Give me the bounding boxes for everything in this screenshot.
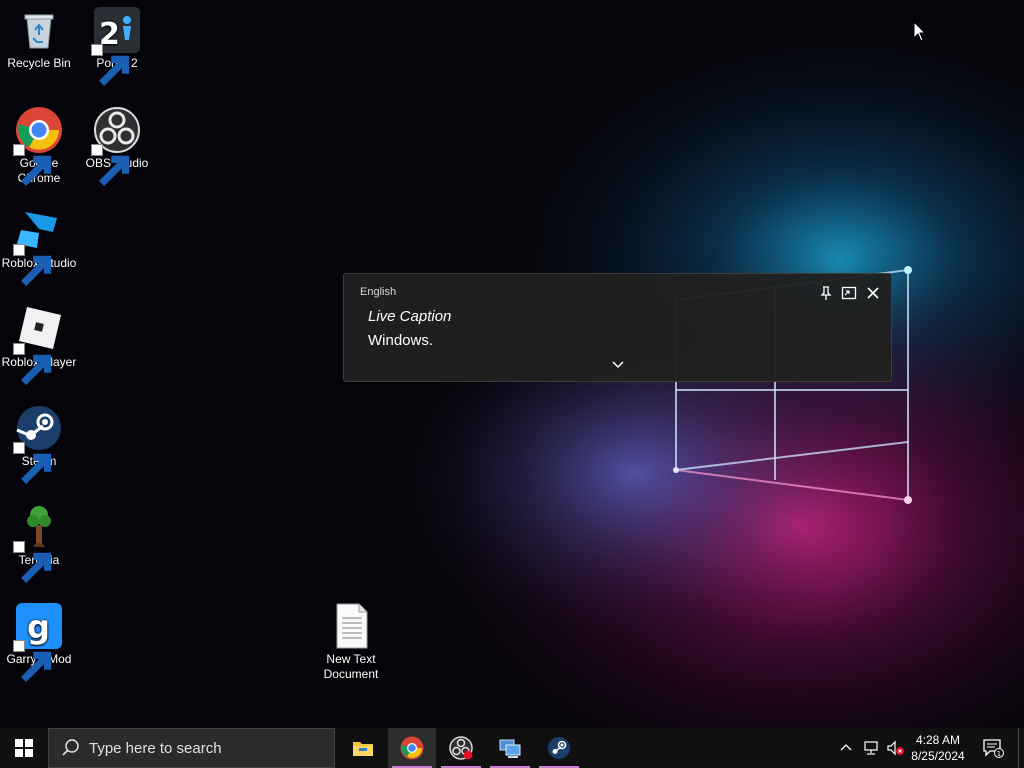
show-desktop-button[interactable] <box>1018 728 1024 768</box>
clock-time: 4:28 AM <box>915 733 961 747</box>
volume-tray-button[interactable] <box>884 728 906 768</box>
caption-language: English <box>360 286 397 298</box>
taskbar-network-app[interactable] <box>486 728 534 768</box>
settings-button[interactable] <box>840 284 858 302</box>
network-icon <box>864 741 878 755</box>
mouse-cursor <box>913 21 927 42</box>
desktop-icon-label: New Text Document <box>323 652 379 681</box>
desktop-icon-portal-2[interactable]: 2 Portal 2 <box>78 6 156 86</box>
taskbar: Type here to search 4:28 AM 8/25/2024 1 <box>0 728 1024 768</box>
shortcut-arrow-icon <box>13 541 52 583</box>
action-center-button[interactable]: 1 <box>978 728 1008 768</box>
shortcut-arrow-icon <box>91 144 130 186</box>
close-icon <box>867 287 879 299</box>
caption-settings-icon <box>841 286 857 300</box>
desktop-icon-new-text-document[interactable]: New Text Document <box>312 602 390 682</box>
clock-date: 8/25/2024 <box>911 749 965 763</box>
text-document-icon <box>336 603 368 649</box>
shortcut-arrow-icon <box>13 244 52 286</box>
network-tray-button[interactable] <box>860 728 882 768</box>
notification-icon: 1 <box>983 739 1004 758</box>
start-button[interactable] <box>0 728 48 768</box>
caption-text: Windows. <box>368 332 434 349</box>
expand-button[interactable] <box>609 355 627 373</box>
chevron-down-icon <box>612 361 624 369</box>
shortcut-arrow-icon <box>13 640 52 682</box>
chrome-icon <box>400 736 424 760</box>
desktop-icon-steam[interactable]: Steam <box>0 404 78 484</box>
desktop-icon-garrys-mod[interactable]: g Garry's Mod <box>0 602 78 682</box>
live-caption-window[interactable]: English Live Caption Windows. <box>343 273 892 382</box>
taskbar-steam[interactable] <box>535 728 583 768</box>
shortcut-arrow-icon <box>91 44 130 86</box>
desktop-icon-roblox-studio[interactable]: Roblox Studio <box>0 206 78 286</box>
obs-icon <box>449 736 473 760</box>
taskbar-clock[interactable]: 4:28 AM 8/25/2024 <box>905 728 971 768</box>
network-app-icon <box>499 739 521 758</box>
desktop-icon-recycle-bin[interactable]: Recycle Bin <box>0 6 78 71</box>
volume-muted-icon <box>887 740 904 756</box>
taskbar-file-explorer[interactable] <box>339 728 387 768</box>
recycle-bin-icon <box>24 14 54 49</box>
desktop-icon-roblox-player[interactable]: Roblox Player <box>0 305 78 385</box>
windows-logo-icon <box>15 739 33 757</box>
desktop-icon-obs-studio[interactable]: OBS Studio <box>78 106 156 186</box>
desktop-icon-terraria[interactable]: Terraria <box>0 503 78 583</box>
notification-count: 1 <box>997 750 1001 758</box>
taskbar-obs[interactable] <box>437 728 485 768</box>
show-hidden-icons-button[interactable] <box>836 728 856 768</box>
file-explorer-icon <box>353 742 373 756</box>
desktop-icon-google-chrome[interactable]: Google Chrome <box>0 106 78 186</box>
caption-title: Live Caption <box>368 308 452 325</box>
close-button[interactable] <box>864 284 882 302</box>
chevron-up-icon <box>840 744 852 751</box>
search-placeholder: Type here to search <box>89 739 222 757</box>
shortcut-arrow-icon <box>13 442 52 484</box>
taskbar-chrome[interactable] <box>388 728 436 768</box>
taskbar-search-box[interactable]: Type here to search <box>48 728 335 768</box>
pin-icon <box>820 286 832 300</box>
desktop-icon-label: Recycle Bin <box>7 56 71 70</box>
pin-button[interactable] <box>817 284 835 302</box>
shortcut-arrow-icon <box>13 343 52 385</box>
search-icon <box>62 739 79 756</box>
steam-icon <box>548 737 570 759</box>
shortcut-arrow-icon <box>13 144 52 186</box>
